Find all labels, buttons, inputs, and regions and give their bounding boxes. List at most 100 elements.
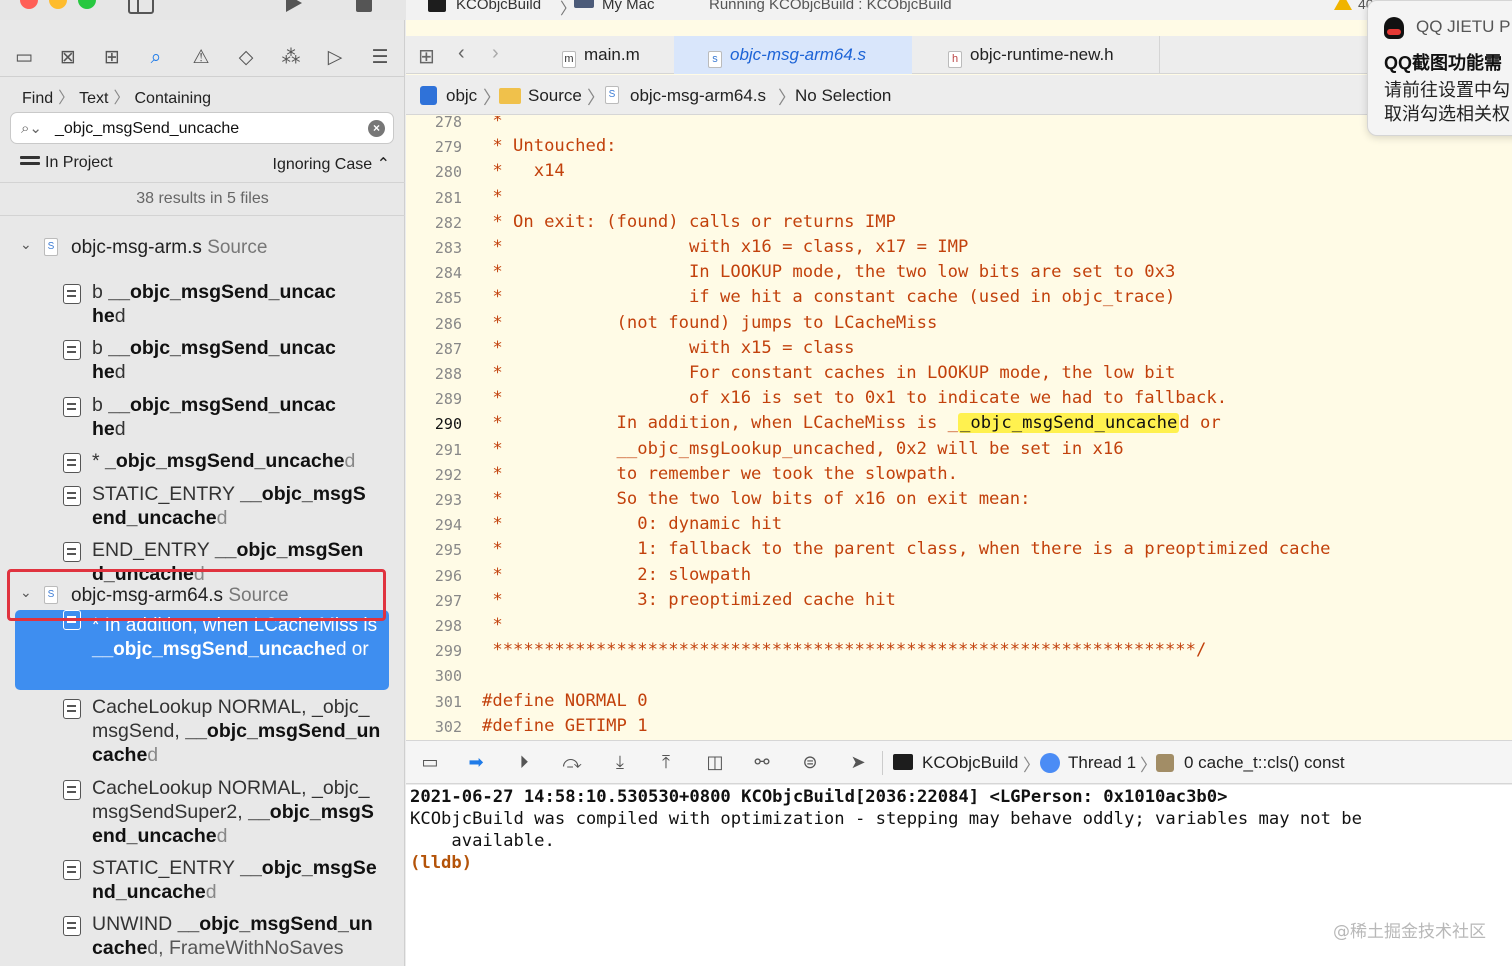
tab-objc-msg-arm64[interactable]: s objc-msg-arm64.s [674,36,912,74]
code-line[interactable]: 286 * (not found) jumps to LCacheMiss [406,312,1512,337]
code-line[interactable]: 280 * x14 [406,160,1512,185]
search-input[interactable]: _objc_msgSend_uncache [55,120,239,138]
code-text: * Untouched: [482,136,617,157]
result-text: UNWIND __objc_msgSend_uncached, FrameWit… [92,913,373,959]
code-line[interactable]: 295 * 1: fallback to the parent class, w… [406,538,1512,563]
code-line[interactable]: 284 * In LOOKUP mode, the two low bits a… [406,261,1512,286]
code-line[interactable]: 297 * 3: preoptimized cache hit [406,589,1512,614]
code-line[interactable]: 283 * with x16 = class, x17 = IMP [406,236,1512,261]
code-line[interactable]: 294 * 0: dynamic hit [406,513,1512,538]
folder-icon[interactable]: ▭ [13,46,35,68]
case-sensitivity-menu[interactable]: Ignoring Case ⌃ [273,154,390,174]
minimize-window-button[interactable] [49,0,67,9]
simulate-location-icon[interactable]: ➤ [846,752,870,774]
search-result-row-selected[interactable]: * In addition, when LCacheMiss is __objc… [15,610,389,690]
find-mode-menu[interactable]: Find [22,90,53,107]
code-line[interactable]: 282 * On exit: (found) calls or returns … [406,211,1512,236]
view-debugger-icon[interactable]: ◫ [703,752,727,774]
issue-warning-icon[interactable]: ⚠ [190,46,212,68]
report-icon[interactable]: ☰ [369,46,391,68]
qq-notification[interactable]: QQ JIETU P QQ截图功能需 请前往设置中勾 取消勾选相关权 [1367,0,1512,136]
zoom-window-button[interactable] [78,0,96,9]
jump-bar-file[interactable]: objc-msg-arm64.s [630,86,766,106]
code-line[interactable]: 285 * if we hit a constant cache (used i… [406,286,1512,311]
result-file-row[interactable]: ⌄ S objc-msg-arm.s Source [0,232,405,262]
search-icon[interactable]: ⌕ [145,46,167,68]
tab-main-m[interactable]: m main.m [536,36,674,74]
step-out-icon[interactable]: ⤒ [654,752,678,774]
step-over-icon[interactable]: ⤼ [560,752,584,774]
warning-icon[interactable] [1334,0,1352,10]
run-button[interactable] [286,0,302,12]
code-line[interactable]: 287 * with x15 = class [406,337,1512,362]
divider [0,215,405,216]
lldb-prompt[interactable]: (lldb) [410,853,472,873]
code-area[interactable]: 278 * 279 * Untouched: 280 * x14 281 * 282 *… [406,116,1512,740]
scope-icon[interactable] [20,156,40,170]
search-result-row[interactable]: CacheLookup NORMAL, _objc_msgSendSuper2,… [15,777,389,858]
stop-button[interactable] [356,0,372,12]
destination-selector[interactable]: My Mac [602,0,655,13]
search-result-row[interactable]: b __objc_msgSend_uncac hed [15,337,389,394]
search-field[interactable]: ⌕⌄ _objc_msgSend_uncache × [10,112,394,144]
scheme-selector[interactable]: KCObjcBuild [456,0,541,13]
search-result-row[interactable]: UNWIND __objc_msgSend_uncached, FrameWit… [15,913,389,966]
search-result-row[interactable]: CacheLookup NORMAL, _objc_msgSend, __obj… [15,696,389,777]
memory-graph-icon[interactable]: ⚯ [750,752,774,774]
search-result-row[interactable]: b __objc_msgSend_uncac hed [15,281,389,338]
environment-overrides-icon[interactable]: ⊜ [798,752,822,774]
code-text: * __objc_msgLookup_uncached, 0x2 will be… [482,438,1124,459]
code-line[interactable]: 299 ************************************… [406,639,1512,664]
code-line[interactable]: 292 * to remember we took the slowpath. [406,463,1512,488]
code-line[interactable]: 278 * [406,116,1512,135]
code-line[interactable]: 288 * For constant caches in LOOKUP mode… [406,362,1512,387]
jump-bar-group[interactable]: Source [528,86,582,106]
close-window-button[interactable] [20,0,38,9]
result-text: CacheLookup NORMAL, _objc_msgSendSuper2,… [92,777,374,847]
code-line[interactable]: 289 * of x16 is set to 0x1 to indicate w… [406,387,1512,412]
search-options-icon[interactable]: ⌕⌄ [21,119,42,139]
code-line[interactable]: 290 * In addition, when LCacheMiss is _ _… [406,412,1512,437]
debug-console[interactable]: 2021-06-27 14:58:10.530530+0800 KCObjcBu… [406,785,1512,966]
frame-selector[interactable]: 0 cache_t::cls() const [1184,753,1345,773]
related-items-grid-icon[interactable]: ⊞ [418,44,435,69]
back-chevron-icon[interactable]: ‹ [458,42,465,65]
tab-objc-runtime-new-h[interactable]: h objc-runtime-new.h [912,36,1160,74]
clear-search-icon[interactable]: × [368,120,385,137]
line-number: 297 [434,591,462,610]
code-line[interactable]: 302 #define GETIMP 1 [406,715,1512,740]
search-result-row[interactable]: b __objc_msgSend_uncac hed [15,394,389,451]
search-scope[interactable]: In Project [45,154,113,172]
code-line[interactable]: 293 * So the two low bits of x16 on exit… [406,488,1512,513]
jump-bar-project[interactable]: objc [446,86,477,106]
continue-icon[interactable]: ⏵ [512,752,536,774]
code-line[interactable]: 279 * Untouched: [406,135,1512,160]
code-line[interactable]: 298 * [406,614,1512,639]
forward-chevron-icon[interactable]: › [492,42,499,65]
search-result-row[interactable]: * _objc_msgSend_uncached [15,450,389,481]
find-kind-menu[interactable]: Text [79,90,108,107]
code-line[interactable]: 300 [406,664,1512,689]
test-diamond-icon[interactable]: ◇ [235,46,257,68]
sidebar-toggle-icon[interactable] [128,0,154,14]
step-into-icon[interactable]: ⤓ [608,752,632,774]
code-line[interactable]: 296 * 2: slowpath [406,564,1512,589]
breakpoints-toggle-icon[interactable]: ➡ [464,752,488,774]
code-line[interactable]: 281 * [406,186,1512,211]
line-number: 278 [434,116,462,131]
search-result-row[interactable]: STATIC_ENTRY __objc_msgSend_uncached [15,857,389,914]
code-line[interactable]: 301 #define NORMAL 0 [406,690,1512,715]
symbol-icon[interactable]: ⊞ [101,46,123,68]
find-match-menu[interactable]: Containing [135,90,212,107]
search-result-row[interactable]: STATIC_ENTRY __objc_msgSend_uncached [15,483,389,540]
process-selector[interactable]: KCObjcBuild [922,753,1018,773]
line-number: 290 [434,415,462,434]
hide-console-icon[interactable]: ▭ [418,752,442,774]
code-line[interactable]: 291 * __objc_msgLookup_uncached, 0x2 wil… [406,438,1512,463]
jump-bar-selection[interactable]: No Selection [795,86,891,106]
chevron-down-icon[interactable]: ⌄ [20,236,32,253]
source-control-icon[interactable]: ⊠ [57,46,79,68]
breakpoint-icon[interactable]: ▷ [324,46,346,68]
debug-spray-icon[interactable]: ⁂ [280,46,302,68]
thread-selector[interactable]: Thread 1 [1068,753,1136,773]
